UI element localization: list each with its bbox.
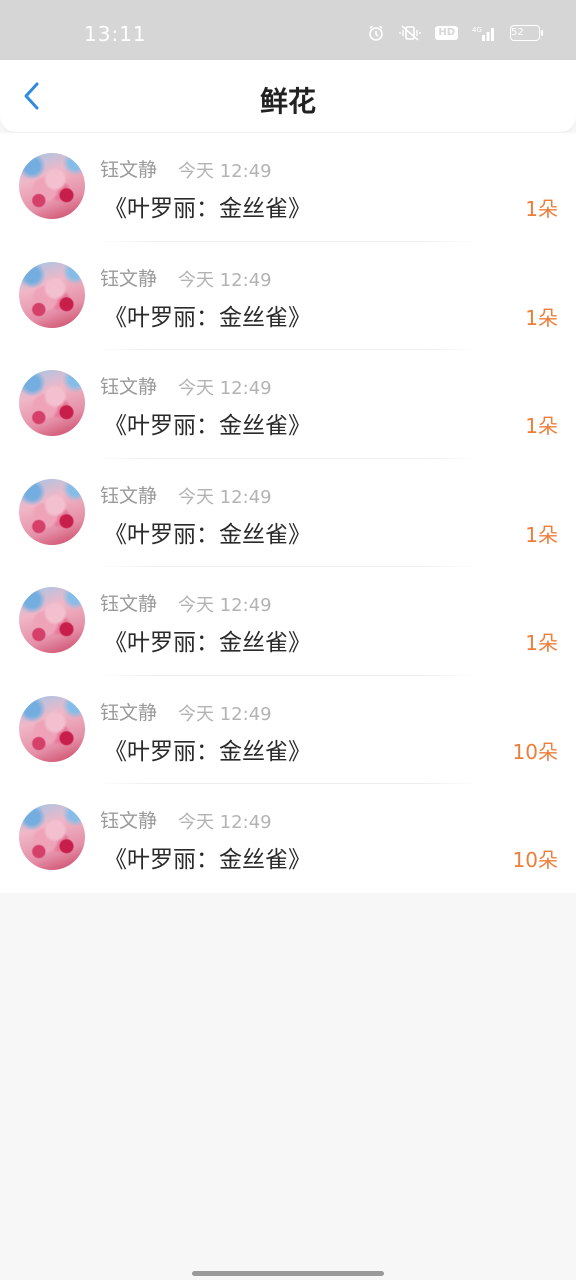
avatar[interactable] <box>19 478 85 545</box>
flower-count: 10朵 <box>512 848 558 872</box>
flower-count: 1朵 <box>525 305 558 330</box>
gift-title: 《叶罗丽：金丝雀》 <box>104 630 311 656</box>
avatar[interactable] <box>19 261 85 328</box>
timestamp: 今天 12:49 <box>178 812 272 833</box>
signal-icon: 4G <box>472 24 496 42</box>
list-item[interactable]: 钰文静 今天 12:49 《叶罗丽：金丝雀》 1朵 <box>0 133 576 242</box>
page-header: 鲜花 <box>0 60 576 132</box>
avatar[interactable] <box>19 587 85 653</box>
flower-count: 1朵 <box>525 522 558 547</box>
timestamp: 今天 12:49 <box>178 161 272 182</box>
flower-count: 1朵 <box>525 197 558 221</box>
gift-title: 《叶罗丽：金丝雀》 <box>104 304 311 331</box>
hd-badge: HD <box>435 26 458 40</box>
alarm-icon <box>367 24 385 42</box>
user-name: 钰文静 <box>100 810 158 832</box>
flower-count: 10朵 <box>512 739 558 764</box>
avatar[interactable] <box>19 804 85 870</box>
list-item[interactable]: 钰文静 今天 12:49 《叶罗丽：金丝雀》 1朵 <box>0 350 576 459</box>
user-name: 钰文静 <box>100 267 158 290</box>
avatar[interactable] <box>19 153 85 219</box>
avatar[interactable] <box>19 370 85 436</box>
timestamp: 今天 12:49 <box>178 703 272 725</box>
flower-count: 1朵 <box>525 414 558 438</box>
gift-title: 《叶罗丽：金丝雀》 <box>104 521 311 548</box>
network-type-label: 4G <box>472 26 482 34</box>
timestamp: 今天 12:49 <box>178 269 272 291</box>
battery-icon: 52 <box>510 25 543 41</box>
status-icons: HD 4G 52 <box>367 24 543 42</box>
gift-title: 《叶罗丽：金丝雀》 <box>104 738 311 765</box>
timestamp: 今天 12:49 <box>178 486 272 508</box>
vibrate-mute-icon <box>399 24 422 42</box>
list-item[interactable]: 钰文静 今天 12:49 《叶罗丽：金丝雀》 1朵 <box>0 567 576 676</box>
flower-count: 1朵 <box>525 631 558 655</box>
user-name: 钰文静 <box>100 701 158 724</box>
home-indicator[interactable] <box>192 1271 384 1276</box>
user-name: 钰文静 <box>100 376 158 398</box>
user-name: 钰文静 <box>100 159 158 181</box>
list-item[interactable]: 钰文静 今天 12:49 《叶罗丽：金丝雀》 10朵 <box>0 676 576 785</box>
user-name: 钰文静 <box>100 484 158 507</box>
status-time: 13:11 <box>84 22 147 46</box>
status-bar: 13:11 HD 4G 52 <box>0 0 576 60</box>
timestamp: 今天 12:49 <box>178 378 272 399</box>
list-item[interactable]: 钰文静 今天 12:49 《叶罗丽：金丝雀》 10朵 <box>0 784 576 893</box>
user-name: 钰文静 <box>100 593 158 615</box>
gift-title: 《叶罗丽：金丝雀》 <box>104 413 311 439</box>
page-title: 鲜花 <box>259 85 316 118</box>
list-item[interactable]: 钰文静 今天 12:49 《叶罗丽：金丝雀》 1朵 <box>0 459 576 568</box>
avatar[interactable] <box>19 695 85 762</box>
gift-title: 《叶罗丽：金丝雀》 <box>104 196 311 222</box>
flower-record-list: 钰文静 今天 12:49 《叶罗丽：金丝雀》 1朵 钰文静 今天 12:49 《… <box>0 133 576 893</box>
list-item[interactable]: 钰文静 今天 12:49 《叶罗丽：金丝雀》 1朵 <box>0 242 576 351</box>
gift-title: 《叶罗丽：金丝雀》 <box>104 847 311 873</box>
timestamp: 今天 12:49 <box>178 595 272 616</box>
